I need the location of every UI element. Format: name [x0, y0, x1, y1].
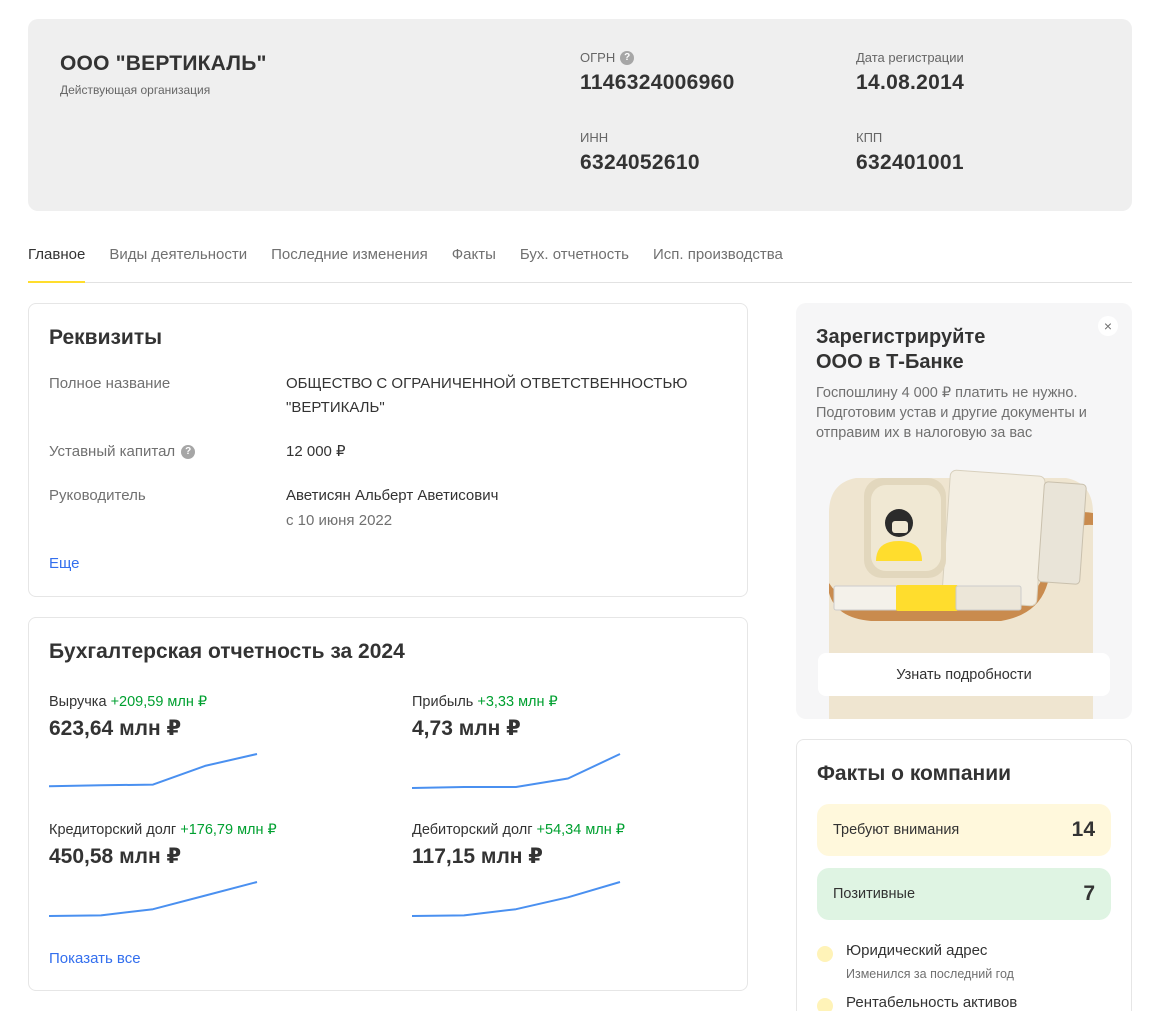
- ogrn-block: ОГРН? 1146324006960: [580, 50, 735, 95]
- metric-delta: +54,34 млн ₽: [536, 822, 626, 838]
- sparkline-path: [49, 753, 258, 788]
- director-name[interactable]: Аветисян Альберт Аветисович: [286, 484, 498, 508]
- metric-label: Дебиторский долг: [412, 822, 533, 838]
- fact-subtitle: Изменился за последний год: [846, 967, 1014, 981]
- capital-label: Уставный капитал: [49, 443, 176, 460]
- metric-label: Прибыль: [412, 694, 474, 710]
- learn-more-button[interactable]: Узнать подробности: [818, 653, 1110, 696]
- attention-facts[interactable]: Требуют внимания 14: [817, 804, 1111, 856]
- tab-recent-changes[interactable]: Последние изменения: [271, 232, 428, 282]
- metric-value: 117,15 млн ₽: [412, 845, 543, 868]
- capital-label-row: Уставный капитал ?: [49, 443, 196, 460]
- attention-count: 14: [1071, 818, 1095, 841]
- tab-facts[interactable]: Факты: [452, 232, 496, 282]
- metric-revenue[interactable]: Выручка +209,59 млн ₽ 623,64 млн ₽: [49, 694, 299, 788]
- reg-date-block: Дата регистрации 14.08.2014: [856, 50, 964, 95]
- fact-title: Юридический адрес: [846, 942, 988, 959]
- facts-card: Факты о компании Требуют внимания 14 Поз…: [796, 739, 1132, 1011]
- metric-label: Выручка: [49, 694, 107, 710]
- positive-facts[interactable]: Позитивные 7: [817, 868, 1111, 920]
- warning-dot-icon: [817, 998, 833, 1011]
- metric-label: Кредиторский долг: [49, 822, 177, 838]
- accounting-card: Бухгалтерская отчетность за 2024 Выручка…: [28, 617, 748, 991]
- metric-value: 450,58 млн ₽: [49, 845, 182, 868]
- positive-count: 7: [1083, 882, 1095, 905]
- requisites-card: Реквизиты Полное название ОБЩЕСТВО С ОГР…: [28, 303, 748, 597]
- kpp-label: КПП: [856, 130, 883, 145]
- director-label: Руководитель: [49, 487, 146, 504]
- full-name-value: ОБЩЕСТВО С ОГРАНИЧЕННОЙ ОТВЕТСТВЕННОСТЬЮ…: [286, 372, 687, 420]
- payables-sparkline: [49, 881, 258, 917]
- inn-value: 6324052610: [580, 151, 700, 174]
- receivables-sparkline: [412, 881, 621, 917]
- help-icon[interactable]: ?: [620, 50, 635, 65]
- ogrn-label: ОГРН: [580, 50, 616, 65]
- accounting-title: Бухгалтерская отчетность за 2024: [49, 640, 405, 663]
- director-since: с 10 июня 2022: [286, 512, 393, 529]
- tab-main[interactable]: Главное: [28, 232, 86, 283]
- attention-label: Требуют внимания: [833, 822, 960, 838]
- tab-activities[interactable]: Виды деятельности: [109, 232, 247, 282]
- help-icon[interactable]: ?: [181, 444, 196, 459]
- kpp-block: КПП 632401001: [856, 130, 964, 175]
- tab-accounting[interactable]: Бух. отчетность: [520, 232, 629, 282]
- inn-block: ИНН 6324052610: [580, 130, 700, 175]
- reg-date-label: Дата регистрации: [856, 50, 964, 65]
- sparkline-path: [49, 881, 258, 917]
- positive-label: Позитивные: [833, 886, 916, 902]
- sparkline-path: [412, 753, 621, 789]
- more-link[interactable]: Еще: [49, 555, 80, 572]
- metric-delta: +209,59 млн ₽: [110, 694, 208, 710]
- requisites-title: Реквизиты: [49, 326, 163, 349]
- sparkline-path: [412, 881, 621, 917]
- metric-delta: +3,33 млн ₽: [477, 694, 558, 710]
- section-tabs: Главное Виды деятельности Последние изме…: [28, 232, 1132, 283]
- metric-value: 4,73 млн ₽: [412, 717, 521, 740]
- kpp-value: 632401001: [856, 151, 964, 174]
- facts-title: Факты о компании: [817, 762, 1012, 785]
- inn-label: ИНН: [580, 130, 609, 145]
- profit-sparkline: [412, 753, 621, 789]
- fact-title: Рентабельность активов: [846, 994, 1018, 1011]
- capital-value: 12 000 ₽: [286, 443, 346, 460]
- company-status: Действующая организация: [60, 83, 211, 97]
- warning-dot-icon: [817, 946, 833, 962]
- company-header: ООО "ВЕРТИКАЛЬ" Действующая организация …: [28, 19, 1132, 211]
- metric-delta: +176,79 млн ₽: [180, 822, 277, 838]
- full-name-line1: ОБЩЕСТВО С ОГРАНИЧЕННОЙ ОТВЕТСТВЕННОСТЬЮ: [286, 375, 688, 392]
- metric-receivables[interactable]: Дебиторский долг +54,34 млн ₽ 117,15 млн…: [412, 822, 662, 917]
- full-name-label: Полное название: [49, 375, 171, 392]
- tab-enforcement[interactable]: Исп. производства: [653, 232, 783, 282]
- ogrn-value: 1146324006960: [580, 71, 735, 94]
- metric-payables[interactable]: Кредиторский долг +176,79 млн ₽ 450,58 м…: [49, 822, 299, 917]
- promo-banner: Зарегистрируйте ООО в Т-Банке Госпошлину…: [796, 303, 1132, 719]
- company-name: ООО "ВЕРТИКАЛЬ": [60, 52, 267, 75]
- metric-profit[interactable]: Прибыль +3,33 млн ₽ 4,73 млн ₽: [412, 694, 662, 789]
- reg-date-value: 14.08.2014: [856, 71, 965, 94]
- metric-value: 623,64 млн ₽: [49, 717, 182, 740]
- revenue-sparkline: [49, 753, 258, 788]
- full-name-line2: "ВЕРТИКАЛЬ": [286, 399, 385, 416]
- show-all-link[interactable]: Показать все: [49, 950, 141, 967]
